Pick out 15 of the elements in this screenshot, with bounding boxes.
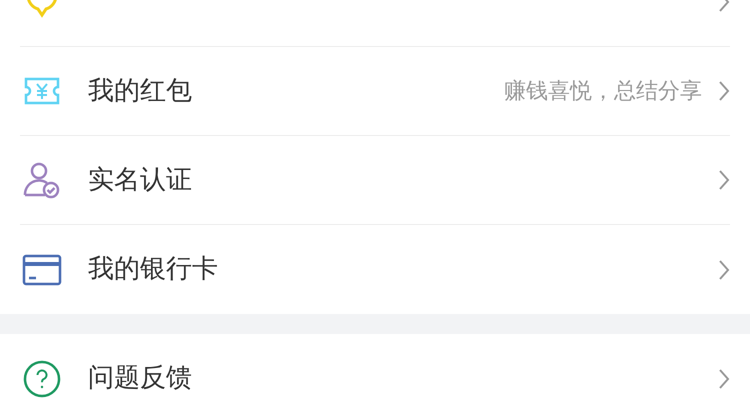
menu-label: 实名认证 [88, 164, 193, 196]
help-icon [23, 360, 61, 398]
menu-row[interactable]: 我的银行卡 [20, 225, 730, 314]
user-check-icon [22, 160, 62, 200]
menu-detail: 赚钱喜悦，总结分享 [504, 78, 702, 106]
menu-label: 问题反馈 [88, 362, 193, 395]
menu-label: 我的银行卡 [88, 253, 219, 286]
menu-row[interactable]: 实名认证 [20, 136, 730, 225]
menu-row[interactable]: 我的红包 赚钱喜悦，总结分享 [20, 47, 730, 136]
bank-card-icon [22, 252, 62, 286]
chevron-right-icon [718, 80, 730, 102]
chevron-right-icon [718, 368, 730, 390]
menu-label: 我的红包 [88, 74, 193, 108]
chevron-right-icon [718, 169, 730, 191]
chevron-right-icon [718, 258, 730, 280]
